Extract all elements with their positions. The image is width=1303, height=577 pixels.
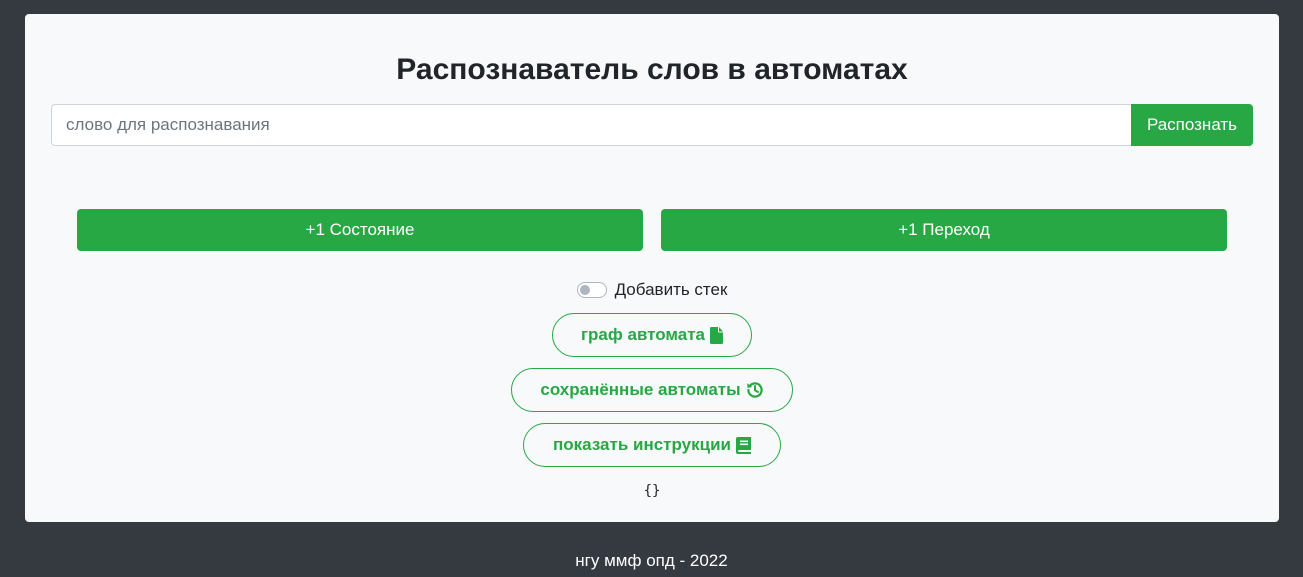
saved-automata-label: сохранённые автоматы (540, 380, 741, 399)
show-instructions-label: показать инструкции (553, 435, 731, 454)
page-title: Распознаватель слов в автоматах (396, 53, 908, 86)
footer-text: нгу ммф опд - 2022 (575, 551, 728, 570)
automaton-json-output: {} (643, 483, 661, 499)
stack-toggle-row: Добавить стек (25, 280, 1279, 300)
toggle-knob (579, 285, 590, 295)
main-card: Распознаватель слов в автоматах Распозна… (25, 14, 1279, 522)
automaton-graph-label: граф автомата (580, 325, 706, 344)
recognize-input-group: Распознать (51, 104, 1253, 146)
word-input[interactable] (51, 104, 1131, 146)
stack-toggle[interactable] (576, 282, 607, 298)
file-icon (710, 326, 724, 344)
show-instructions-button[interactable]: показать инструкции (523, 423, 781, 467)
add-transition-button[interactable]: +1 Переход (661, 209, 1227, 251)
add-state-button[interactable]: +1 Состояние (77, 209, 643, 251)
history-icon (746, 381, 764, 399)
stack-toggle-label[interactable]: Добавить стек (615, 280, 728, 300)
automaton-graph-button[interactable]: граф автомата (552, 313, 752, 357)
saved-automata-button[interactable]: сохранённые автоматы (511, 368, 793, 412)
book-icon (735, 436, 751, 454)
recognize-button[interactable]: Распознать (1131, 104, 1253, 146)
